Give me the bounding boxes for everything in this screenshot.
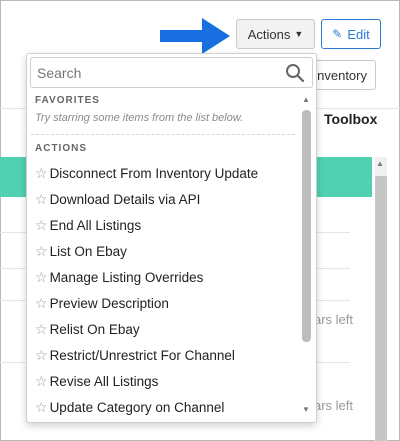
edit-button[interactable]: ✎ Edit xyxy=(321,19,381,49)
pencil-icon: ✎ xyxy=(332,27,343,41)
menu-item-label: Restrict/Unrestrict For Channel xyxy=(49,348,235,363)
star-outline-icon[interactable]: ☆ xyxy=(35,243,48,259)
actions-button-label: Actions xyxy=(247,26,291,42)
star-outline-icon[interactable]: ☆ xyxy=(35,347,48,363)
menu-item-label: Download Details via API xyxy=(49,192,201,207)
favorites-section-header: FAVORITES xyxy=(35,95,100,106)
page-scrollbar-thumb[interactable] xyxy=(375,176,387,441)
inventory-button-label: Inventory xyxy=(313,67,367,83)
menu-item-disconnect-from-inventory-update[interactable]: ☆ Disconnect From Inventory Update xyxy=(27,160,299,186)
menu-item-preview-description[interactable]: ☆ Preview Description xyxy=(27,290,299,316)
arrow-right-icon xyxy=(160,18,230,54)
table-row-time-left: ars left xyxy=(314,398,354,413)
search-box xyxy=(30,57,313,88)
star-outline-icon[interactable]: ☆ xyxy=(35,399,48,415)
menu-item-label: Preview Description xyxy=(49,296,169,311)
menu-item-label: Revise All Listings xyxy=(49,374,159,389)
star-outline-icon[interactable]: ☆ xyxy=(35,269,48,285)
menu-item-revise-all-listings[interactable]: ☆ Revise All Listings xyxy=(27,368,299,394)
menu-item-restrict-unrestrict-for-channel[interactable]: ☆ Restrict/Unrestrict For Channel xyxy=(27,342,299,368)
star-outline-icon[interactable]: ☆ xyxy=(35,373,48,389)
menu-list: FAVORITES Try starring some items from t… xyxy=(27,94,299,420)
star-outline-icon[interactable]: ☆ xyxy=(35,321,48,337)
favorites-hint: Try starring some items from the list be… xyxy=(35,112,244,124)
star-outline-icon[interactable]: ☆ xyxy=(35,295,48,311)
menu-item-update-category-on-channel[interactable]: ☆ Update Category on Channel xyxy=(27,394,299,420)
menu-item-label: List On Ebay xyxy=(49,244,127,259)
edit-button-label: Edit xyxy=(347,26,370,42)
menu-item-manage-listing-overrides[interactable]: ☆ Manage Listing Overrides xyxy=(27,264,299,290)
menu-item-label: Update Category on Channel xyxy=(49,400,225,415)
menu-item-label: Relist On Ebay xyxy=(49,322,140,337)
menu-item-download-details-via-api[interactable]: ☆ Download Details via API xyxy=(27,186,299,212)
actions-section-header: ACTIONS xyxy=(35,143,87,154)
search-input[interactable] xyxy=(31,63,284,82)
scroll-down-icon[interactable]: ▼ xyxy=(302,405,310,414)
star-outline-icon[interactable]: ☆ xyxy=(35,165,48,181)
caret-down-icon: ▼ xyxy=(294,29,304,39)
star-outline-icon[interactable]: ☆ xyxy=(35,217,48,233)
menu-item-list-on-ebay[interactable]: ☆ List On Ebay xyxy=(27,238,299,264)
actions-list: ☆ Disconnect From Inventory Update ☆ Downl… xyxy=(27,160,299,420)
menu-item-end-all-listings[interactable]: ☆ End All Listings xyxy=(27,212,299,238)
section-divider xyxy=(31,134,295,135)
search-icon[interactable] xyxy=(284,62,306,84)
menu-item-label: Disconnect From Inventory Update xyxy=(49,166,259,181)
inventory-button[interactable]: Inventory xyxy=(310,60,376,90)
menu-item-label: End All Listings xyxy=(49,218,142,233)
star-outline-icon[interactable]: ☆ xyxy=(35,191,48,207)
scroll-up-icon[interactable]: ▲ xyxy=(376,159,384,168)
table-row-time-left: ars left xyxy=(314,312,354,327)
actions-dropdown-menu: FAVORITES Try starring some items from t… xyxy=(26,53,317,423)
toolbox-column-header: Toolbox xyxy=(324,111,378,127)
dropdown-scrollbar-thumb[interactable] xyxy=(302,110,311,342)
scroll-up-icon[interactable]: ▲ xyxy=(302,95,310,104)
menu-item-label: Manage Listing Overrides xyxy=(49,270,204,285)
actions-dropdown-button[interactable]: Actions ▼ xyxy=(236,19,315,49)
menu-item-relist-on-ebay[interactable]: ☆ Relist On Ebay xyxy=(27,316,299,342)
